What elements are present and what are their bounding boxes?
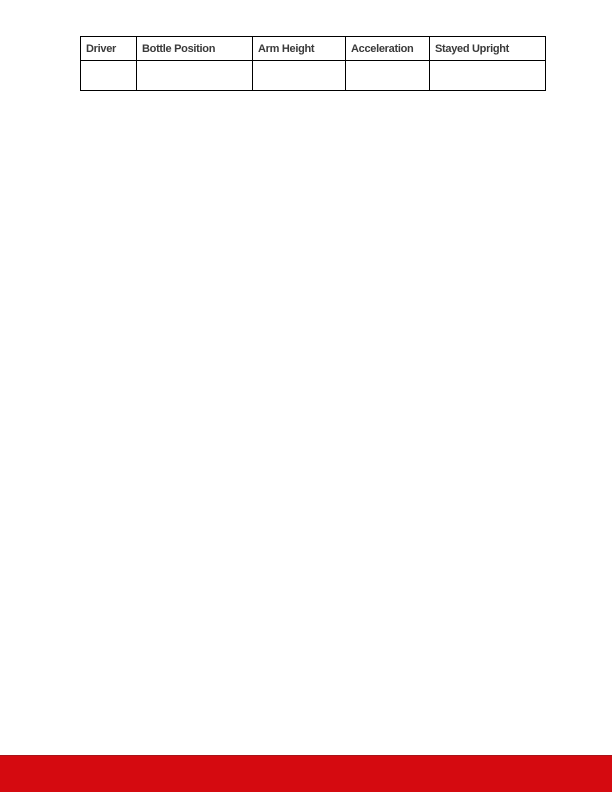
header-acceleration: Acceleration xyxy=(345,36,430,61)
table-row xyxy=(80,60,546,91)
header-arm-height: Arm Height xyxy=(252,36,346,61)
cell-driver xyxy=(80,60,137,91)
cell-bottle-position xyxy=(136,60,253,91)
footer-bar xyxy=(0,755,612,792)
cell-arm-height xyxy=(252,60,346,91)
table-header-row: Driver Bottle Position Arm Height Accele… xyxy=(80,36,546,61)
header-stayed-upright: Stayed Upright xyxy=(429,36,546,61)
cell-acceleration xyxy=(345,60,430,91)
results-table: Driver Bottle Position Arm Height Accele… xyxy=(80,36,546,91)
cell-stayed-upright xyxy=(429,60,546,91)
header-bottle-position: Bottle Position xyxy=(136,36,253,61)
header-driver: Driver xyxy=(80,36,137,61)
